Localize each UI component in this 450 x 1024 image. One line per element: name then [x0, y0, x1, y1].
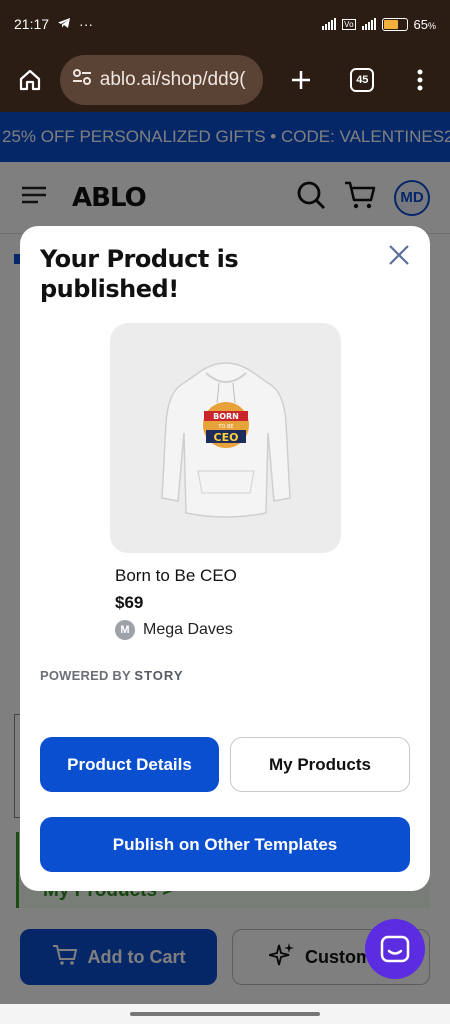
site-settings-icon[interactable]	[72, 68, 92, 92]
publish-success-modal: Your Product is published! BORN TO BE CE…	[20, 226, 430, 891]
powered-by-prefix: POWERED BY	[40, 668, 131, 683]
address-bar[interactable]: ablo.ai/shop/dd9(	[59, 55, 263, 105]
browser-menu-icon[interactable]	[404, 64, 436, 96]
url-text[interactable]: ablo.ai/shop/dd9(	[100, 69, 246, 91]
tab-switcher-button[interactable]: 45	[346, 64, 378, 96]
owner-avatar: M	[115, 620, 135, 640]
modal-title: Your Product is published!	[40, 245, 239, 303]
signal-icon-2	[361, 18, 376, 30]
product-image[interactable]: BORN TO BE CEO	[110, 323, 341, 553]
close-icon[interactable]	[386, 242, 412, 268]
publish-other-templates-button[interactable]: Publish on Other Templates	[40, 817, 410, 872]
volte-icon: Vo	[342, 18, 356, 30]
my-products-button[interactable]: My Products	[230, 737, 410, 792]
svg-text:BORN: BORN	[213, 412, 239, 421]
browser-toolbar: ablo.ai/shop/dd9( 45	[0, 48, 450, 112]
svg-text:TO BE: TO BE	[217, 424, 233, 430]
home-gesture-handle[interactable]	[130, 1012, 320, 1016]
status-bar: 21:17 ··· Vo 65%	[0, 0, 450, 48]
product-details-button[interactable]: Product Details	[40, 737, 219, 792]
tab-count: 45	[350, 68, 375, 92]
new-tab-icon[interactable]	[285, 64, 317, 96]
owner-name: Mega Daves	[143, 621, 233, 638]
signal-icon	[322, 18, 337, 30]
system-nav-bar	[0, 1004, 450, 1024]
more-notifications-icon: ···	[79, 16, 94, 32]
product-price: $69	[115, 593, 144, 612]
chat-support-button[interactable]	[365, 919, 425, 979]
hoodie-illustration: BORN TO BE CEO	[160, 362, 291, 518]
status-time: 21:17	[14, 16, 50, 32]
battery-icon	[381, 17, 408, 31]
svg-text:CEO: CEO	[213, 431, 238, 444]
powered-by: POWERED BY STORY	[40, 668, 184, 683]
telegram-icon	[57, 16, 71, 32]
home-icon[interactable]	[14, 64, 46, 96]
product-owner: M Mega Daves	[115, 620, 233, 640]
chat-icon	[380, 935, 410, 963]
powered-by-brand: STORY	[134, 668, 184, 683]
battery-level: 65%	[413, 16, 436, 32]
product-name[interactable]: Born to Be CEO	[115, 566, 237, 586]
